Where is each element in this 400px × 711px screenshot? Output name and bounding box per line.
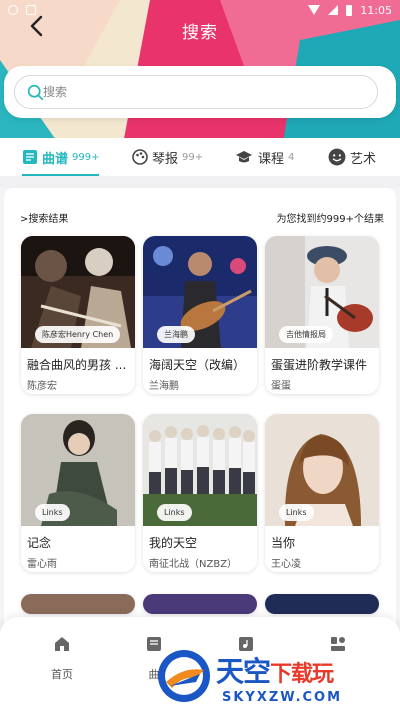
tab-art[interactable]: 艺术: [328, 138, 380, 176]
result-artist: 兰海鹏: [149, 381, 179, 392]
result-card[interactable]: [265, 594, 379, 614]
results-panel: >搜索结果 为您找到约999+个结果 陈彦宏Henry Chen 融合曲风的男孩…: [4, 188, 396, 648]
watermark-red: 下载玩: [270, 662, 334, 687]
search-page: 11:05 搜索 曲谱 999+: [0, 0, 400, 711]
result-card[interactable]: 陈彦宏Henry Chen 融合曲风的男孩 ... 陈彦宏: [21, 236, 135, 394]
search-input[interactable]: [43, 85, 343, 99]
status-bar: 11:05: [0, 0, 400, 20]
tab-count: 99+: [182, 151, 204, 163]
result-title: 融合曲风的男孩 ...: [27, 358, 127, 372]
tab-label: 曲谱: [42, 151, 69, 167]
status-time: 11:05: [360, 3, 392, 17]
watermark-main: 天空: [216, 655, 271, 688]
tab-count: 999+: [72, 151, 100, 163]
nav-home[interactable]: 首页: [32, 635, 92, 682]
score-icon: [23, 150, 37, 164]
category-tabs: 曲谱 999+ 琴报 99+ 课程 4 艺术: [0, 138, 400, 176]
graduation-cap-icon: [236, 151, 252, 163]
result-artist: 雷心雨: [27, 559, 57, 570]
result-tag: Links: [279, 504, 314, 521]
result-card[interactable]: Links 记念 雷心雨: [21, 414, 135, 572]
tab-course[interactable]: 课程 4: [234, 138, 294, 176]
result-title: 我的天空: [149, 536, 198, 550]
battery-icon: [346, 4, 353, 16]
watermark-title: 天空下载玩: [216, 650, 334, 690]
result-card[interactable]: Links 我的天空 南征北战（NZBZ）: [143, 414, 257, 572]
result-artist: 王心凌: [271, 559, 301, 570]
search-icon: [27, 84, 44, 101]
tab-label: 艺术: [350, 151, 377, 167]
notification-icon: [8, 5, 18, 15]
wifi-icon: [308, 5, 321, 15]
result-title: 当你: [271, 536, 296, 550]
result-title: 海阔天空（改编）: [149, 358, 246, 372]
divider: [0, 176, 400, 188]
palette-icon: [132, 149, 148, 165]
tab-label: 课程: [258, 151, 285, 167]
result-tag: Links: [35, 504, 70, 521]
tab-count: 4: [288, 151, 295, 163]
watermark: 天空下载玩 SKYXZW.COM: [156, 648, 400, 711]
results-header: >搜索结果 为您找到约999+个结果: [20, 210, 384, 225]
results-label: >搜索结果: [20, 214, 69, 225]
result-card[interactable]: Links 当你 王心凌: [265, 414, 379, 572]
result-card[interactable]: [21, 594, 135, 614]
watermark-logo-icon: [158, 650, 210, 702]
result-tag: 兰海鹏: [157, 326, 195, 343]
results-count: 为您找到约999+个结果: [276, 214, 384, 225]
result-artist: 陈彦宏: [27, 381, 57, 392]
result-artist: 蛋蛋: [271, 381, 291, 392]
search-card: [4, 66, 396, 118]
nav-label: 首页: [51, 668, 73, 681]
result-tag: Links: [157, 504, 192, 521]
result-tag: 陈彦宏Henry Chen: [35, 326, 121, 343]
signal-icon: [328, 5, 339, 15]
home-icon: [55, 637, 69, 651]
result-artist: 南征北战（NZBZ）: [149, 559, 238, 570]
tab-news[interactable]: 琴报 99+: [132, 138, 203, 176]
search-box[interactable]: [14, 75, 378, 109]
result-card[interactable]: 兰海鹏 海阔天空（改编） 兰海鹏: [143, 236, 257, 394]
page-title: 搜索: [182, 23, 218, 43]
result-tag: 吉他情报局: [279, 326, 333, 343]
result-card[interactable]: 吉他情报局 蛋蛋进阶教学课件 蛋蛋: [265, 236, 379, 394]
smile-icon: [328, 148, 346, 166]
tab-score[interactable]: 曲谱 999+: [22, 138, 100, 176]
watermark-domain: SKYXZW.COM: [222, 690, 343, 705]
result-card[interactable]: [143, 594, 257, 614]
tab-label: 琴报: [152, 151, 179, 167]
result-title: 蛋蛋进阶教学课件: [271, 358, 368, 372]
result-title: 记念: [27, 536, 52, 550]
